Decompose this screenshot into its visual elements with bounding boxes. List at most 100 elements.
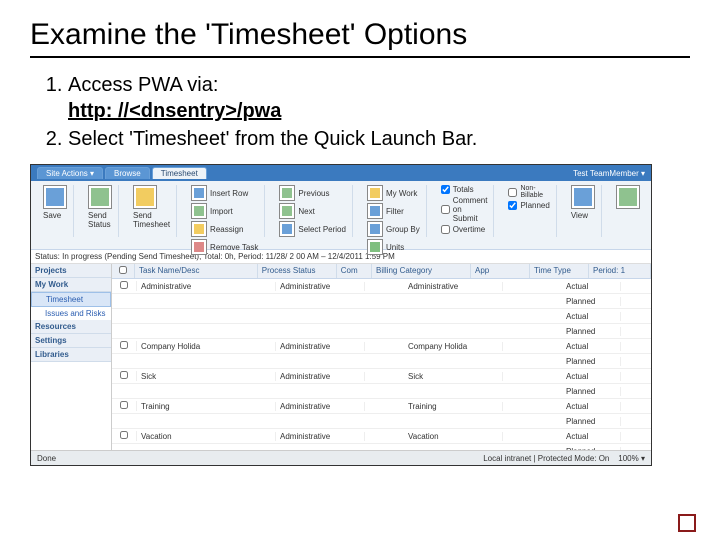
tab-browse[interactable]: Browse (105, 167, 150, 179)
row-checkbox[interactable] (120, 281, 128, 289)
col-comment[interactable]: Com (337, 264, 372, 278)
title-rule (30, 56, 690, 58)
site-actions-menu[interactable]: Site Actions ▾ (37, 167, 103, 179)
next-button[interactable]: Next (279, 203, 346, 219)
tab-timesheet[interactable]: Timesheet (152, 167, 207, 179)
cell-billing-category: Administrative (404, 282, 503, 291)
view-icon (571, 185, 595, 209)
user-menu[interactable]: Test TeamMember ▾ (573, 169, 645, 178)
table-row[interactable]: Actual (112, 309, 651, 324)
select-period-button[interactable]: Select Period (279, 221, 346, 237)
send-status-button[interactable] (88, 185, 112, 209)
next-icon (279, 203, 295, 219)
sidebar-settings-header[interactable]: Settings (31, 334, 111, 348)
table-row[interactable]: Planned (112, 384, 651, 399)
reassign-icon (191, 221, 207, 237)
previous-label: Previous (298, 189, 329, 198)
status-zoom[interactable]: 100% (618, 454, 638, 463)
cell-task-name: Sick (137, 372, 276, 381)
sidebar-timesheet-item[interactable]: Timesheet (31, 292, 111, 307)
my-work-dropdown[interactable]: My Work (367, 185, 420, 201)
filter-button[interactable]: Filter (367, 203, 420, 219)
cell-process-status: Administrative (276, 282, 365, 291)
grid-header: Task Name/Desc Process Status Com Billin… (112, 264, 651, 279)
planned-checkbox[interactable]: Planned (508, 201, 549, 210)
cell-billing-category: Company Holida (404, 342, 503, 351)
groupby-icon (367, 221, 383, 237)
planned-label: Planned (520, 201, 549, 210)
table-row[interactable]: Planned (112, 354, 651, 369)
send-status-label: Send Status (88, 211, 112, 229)
excel-icon (616, 185, 640, 209)
row-checkbox[interactable] (120, 341, 128, 349)
table-row[interactable]: Planned (112, 324, 651, 339)
row-checkbox[interactable] (120, 431, 128, 439)
save-button[interactable] (43, 185, 67, 209)
select-period-label: Select Period (298, 225, 346, 234)
units-icon (367, 239, 383, 255)
cell-process-status: Administrative (276, 372, 365, 381)
sidebar-resources-header[interactable]: Resources (31, 320, 111, 334)
table-row[interactable]: SickAdministrativeSickActual (112, 369, 651, 384)
view-label: View (571, 211, 595, 220)
col-period[interactable]: Period: 1 (589, 264, 651, 278)
next-label: Next (298, 207, 314, 216)
steps-list: Access PWA via: http: //<dnsentry>/pwa S… (40, 72, 690, 152)
ribbon: Save Send Status Send Timesheet Insert R… (31, 181, 651, 250)
table-row[interactable]: TrainingAdministrativeTrainingActual (112, 399, 651, 414)
nonbill-label: Non-Billable (520, 185, 549, 199)
nonbillable-checkbox[interactable]: Non-Billable (508, 185, 549, 199)
cell-billing-category: Training (404, 402, 503, 411)
table-row[interactable]: Company HolidaAdministrativeCompany Holi… (112, 339, 651, 354)
table-row[interactable]: Planned (112, 414, 651, 429)
slide-corner-accent (678, 514, 696, 532)
col-task-name[interactable]: Task Name/Desc (135, 264, 258, 278)
col-time-type[interactable]: Time Type (530, 264, 589, 278)
sidebar-libraries-header[interactable]: Libraries (31, 348, 111, 362)
import-label: Import (210, 207, 233, 216)
col-process-status[interactable]: Process Status (258, 264, 337, 278)
col-checkbox[interactable] (112, 264, 135, 278)
table-row[interactable]: AdministrativeAdministrativeAdministrati… (112, 279, 651, 294)
cell-task-name: Company Holida (137, 342, 276, 351)
filter-icon (367, 203, 383, 219)
cell-task-name: Administrative (137, 282, 276, 291)
table-row[interactable]: VacationAdministrativeVacationActual (112, 429, 651, 444)
sidebar-issues-risks-item[interactable]: Issues and Risks (31, 307, 111, 320)
group-by-button[interactable]: Group By (367, 221, 420, 237)
timesheet-grid: Task Name/Desc Process Status Com Billin… (112, 264, 651, 450)
previous-button[interactable]: Previous (279, 185, 346, 201)
comment-label: Comment on Submit (453, 196, 488, 223)
cell-time-type: Actual (562, 342, 621, 351)
cell-time-type: Actual (562, 402, 621, 411)
table-row[interactable]: Planned (112, 294, 651, 309)
totals-label: Totals (453, 185, 474, 194)
insert-row-label: Insert Row (210, 189, 248, 198)
cell-billing-category: Sick (404, 372, 503, 381)
row-checkbox[interactable] (120, 371, 128, 379)
cell-task-name: Training (137, 402, 276, 411)
status-zone: Local intranet | Protected Mode: On (483, 454, 609, 463)
overtime-checkbox[interactable]: Overtime (441, 225, 488, 234)
reassign-button[interactable]: Reassign (191, 221, 258, 237)
sidebar-mywork-header[interactable]: My Work (31, 278, 111, 292)
cell-time-type: Planned (562, 387, 621, 396)
sidebar-projects-header[interactable]: Projects (31, 264, 111, 278)
slide-title: Examine the 'Timesheet' Options (30, 18, 690, 52)
row-checkbox[interactable] (120, 401, 128, 409)
totals-checkbox[interactable]: Totals (441, 185, 488, 194)
cell-time-type: Planned (562, 417, 621, 426)
cell-process-status: Administrative (276, 432, 365, 441)
export-excel-button[interactable] (616, 185, 640, 209)
comment-on-submit-checkbox[interactable]: Comment on Submit (441, 196, 488, 223)
import-button[interactable]: Import (191, 203, 258, 219)
send-timesheet-button[interactable] (133, 185, 170, 209)
filter-label: Filter (386, 207, 404, 216)
cell-time-type: Planned (562, 297, 621, 306)
col-approval[interactable]: App (471, 264, 530, 278)
view-button[interactable] (571, 185, 595, 209)
insert-row-button[interactable]: Insert Row (191, 185, 258, 201)
col-billing-category[interactable]: Billing Category (372, 264, 471, 278)
cell-task-name: Vacation (137, 432, 276, 441)
overtime-label: Overtime (453, 225, 485, 234)
